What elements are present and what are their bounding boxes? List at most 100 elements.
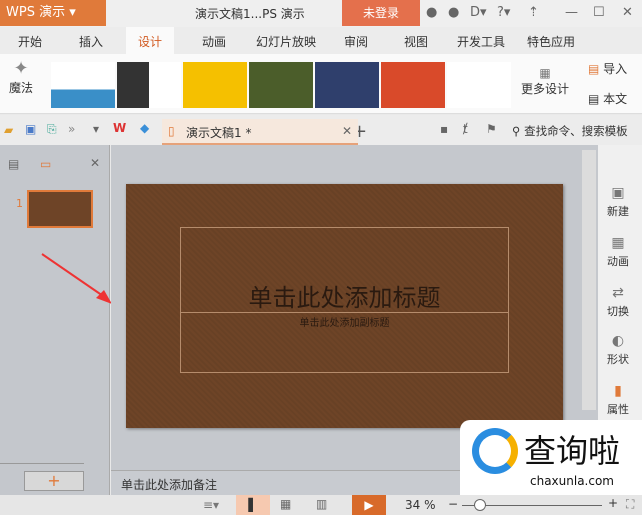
properties-label: 属性 (607, 403, 629, 416)
tab-animation[interactable]: 动画 (202, 33, 226, 50)
tab-features[interactable]: 特色应用 (527, 33, 575, 50)
shapes-label: 形状 (607, 353, 629, 366)
tab-slideshow[interactable]: 幻灯片放映 (256, 33, 316, 50)
outline-view-icon[interactable]: ▤ (8, 157, 19, 171)
add-slide-button[interactable]: + (24, 471, 84, 491)
search-label: 查找命令、搜索模板 (524, 124, 628, 138)
more-icon[interactable]: » (68, 122, 75, 136)
tool-icon[interactable]: ⱦ (463, 122, 468, 136)
slide-number: 1 (16, 197, 23, 210)
reading-view-icon[interactable]: ▥ (316, 497, 327, 511)
design-template-2[interactable] (117, 62, 181, 108)
tab-review[interactable]: 审阅 (344, 33, 368, 50)
design-template-5[interactable] (315, 62, 379, 108)
design-template-1[interactable] (51, 62, 115, 108)
divider (0, 463, 84, 464)
zoom-level: 34 % (405, 498, 436, 512)
zoom-out-icon[interactable]: − (448, 497, 458, 511)
app-name: WPS 演示 (6, 5, 66, 20)
tab-developer[interactable]: 开发工具 (457, 33, 505, 50)
present-icon[interactable]: ▪ (440, 122, 448, 136)
wps-logo-icon[interactable]: W (113, 121, 126, 135)
slide-view-icon[interactable]: ▭ (40, 157, 51, 171)
flag-icon[interactable]: ⚑ (486, 122, 497, 136)
vertical-scrollbar[interactable] (582, 150, 596, 410)
design-template-4[interactable] (249, 62, 313, 108)
more-designs-label: 更多设计 (520, 82, 569, 96)
subtitle-placeholder[interactable]: 单击此处添加副标题 (180, 313, 509, 373)
close-icon[interactable]: ✕ (622, 5, 633, 20)
dropdown-icon[interactable]: ▾ (93, 122, 99, 136)
open-icon[interactable]: ▰ (4, 123, 13, 137)
new-icon: ▣ (611, 185, 625, 201)
cube-icon[interactable]: ◆ (140, 121, 149, 135)
sidebar-shapes[interactable]: ◐ 形状 (598, 333, 638, 367)
watermark-q-icon (472, 428, 518, 474)
close-panel-icon[interactable]: ✕ (90, 156, 100, 170)
text-icon: ▤ (588, 92, 600, 106)
grid-icon: ▦ (539, 66, 551, 80)
fit-window-icon[interactable]: ⛶ (626, 497, 634, 512)
design-template-3[interactable] (183, 62, 247, 108)
magic-label: 魔法 (8, 81, 33, 95)
slides-panel: ▤ ▭ ✕ 1 + (0, 145, 110, 495)
status-bar: ≡▾ ▌ ▦ ▥ ▶ 34 % − + ⛶ (0, 495, 642, 515)
export-icon[interactable]: ⎘ (47, 122, 57, 137)
design-template-6[interactable] (381, 62, 445, 108)
pin-icon[interactable]: ⇡ (528, 5, 539, 20)
watermark-name: 查询啦 (524, 432, 621, 470)
zoom-slider-handle[interactable] (474, 499, 486, 511)
ribbon-tabs: 开始 插入 设计 动画 幻灯片放映 审阅 视图 开发工具 特色应用 (0, 27, 642, 54)
properties-icon: ▮ (614, 383, 622, 399)
import-button[interactable]: ▤ 导入 (588, 60, 627, 77)
close-tab-icon[interactable]: ✕ (342, 124, 352, 138)
minimize-icon[interactable]: — (565, 5, 578, 20)
document-tab[interactable]: ▯ 演示文稿1 * ✕ (162, 119, 358, 145)
text-label: 本文 (603, 92, 628, 106)
settings-icon[interactable]: ● (448, 5, 459, 20)
tab-design[interactable]: 设计 (126, 27, 175, 54)
watermark-logo: 查询啦 chaxunla.com (460, 420, 642, 495)
red-arrow-annotation (41, 253, 112, 304)
wps-menu-button[interactable]: WPS 演示 ▾ (0, 0, 106, 26)
animation-icon: ▦ (611, 235, 625, 251)
tab-insert[interactable]: 插入 (79, 33, 103, 50)
document-tab-label: 演示文稿1 * (186, 126, 252, 140)
skin-icon[interactable]: ● (426, 5, 437, 20)
sidebar-properties[interactable]: ▮ 属性 (598, 383, 638, 417)
feedback-icon[interactable]: D▾ (470, 5, 487, 20)
slide-thumbnail[interactable] (27, 190, 93, 228)
watermark-url: chaxunla.com (530, 474, 614, 488)
window-title: 演示文稿1...PS 演示 (195, 7, 305, 21)
search-command[interactable]: ⚲ 查找命令、搜索模板 (512, 123, 628, 139)
tab-home[interactable]: 开始 (18, 33, 42, 50)
document-icon: ▯ (168, 124, 175, 138)
text-button[interactable]: ▤ 本文 (588, 90, 627, 107)
maximize-icon[interactable]: ☐ (593, 5, 605, 20)
shapes-icon: ◐ (611, 333, 625, 349)
title-bar: WPS 演示 ▾ 演示文稿1...PS 演示 未登录 ● ● D▾ ?▾ ⇡ —… (0, 0, 642, 27)
notes-toggle-icon[interactable]: ≡▾ (203, 498, 219, 512)
magic-button[interactable]: ✦ 魔法 (6, 58, 36, 96)
tab-view[interactable]: 视图 (404, 33, 428, 50)
help-icon[interactable]: ?▾ (497, 5, 510, 20)
sidebar-animation[interactable]: ▦ 动画 (598, 235, 638, 269)
slide[interactable]: 单击此处添加标题 单击此处添加副标题 (126, 184, 563, 428)
sidebar-transition[interactable]: ⇄ 切换 (598, 285, 638, 319)
play-slideshow-button[interactable]: ▶ (352, 495, 386, 515)
design-template-7[interactable] (447, 62, 511, 108)
transition-icon: ⇄ (612, 285, 624, 301)
sidebar-new[interactable]: ▣ 新建 (598, 185, 638, 219)
more-designs-button[interactable]: ▦ 更多设计 (518, 66, 572, 97)
transition-label: 切换 (607, 305, 629, 318)
login-button[interactable]: 未登录 (342, 0, 420, 26)
title-placeholder[interactable]: 单击此处添加标题 (180, 227, 509, 313)
zoom-in-icon[interactable]: + (608, 496, 618, 510)
import-label: 导入 (603, 62, 628, 76)
sorter-view-icon[interactable]: ▦ (280, 497, 291, 511)
ribbon: ✦ 魔法 ▦ 更多设计 ▤ 导入 ▤ 本文 (0, 54, 642, 114)
import-icon: ▤ (588, 62, 600, 76)
magic-wand-icon: ✦ (13, 58, 29, 79)
normal-view-icon[interactable]: ▌ (236, 495, 270, 515)
save-icon[interactable]: ▣ (25, 122, 36, 136)
